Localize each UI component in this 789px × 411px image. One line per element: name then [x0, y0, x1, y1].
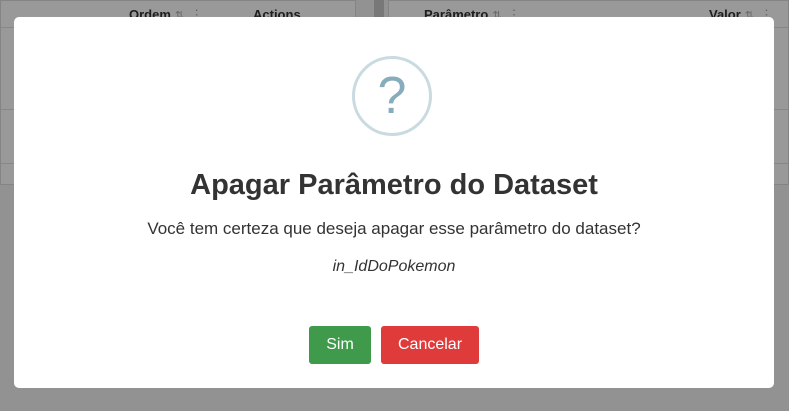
- dialog-title: Apagar Parâmetro do Dataset: [190, 169, 598, 201]
- cancel-button[interactable]: Cancelar: [381, 326, 479, 364]
- dialog-message: Você tem certeza que deseja apagar esse …: [147, 219, 641, 238]
- confirm-button[interactable]: Sim: [309, 326, 371, 364]
- confirm-delete-dialog: ? Apagar Parâmetro do Dataset Você tem c…: [14, 17, 774, 388]
- question-icon: ?: [352, 56, 432, 136]
- parameter-name: in_IdDoPokemon: [332, 258, 456, 275]
